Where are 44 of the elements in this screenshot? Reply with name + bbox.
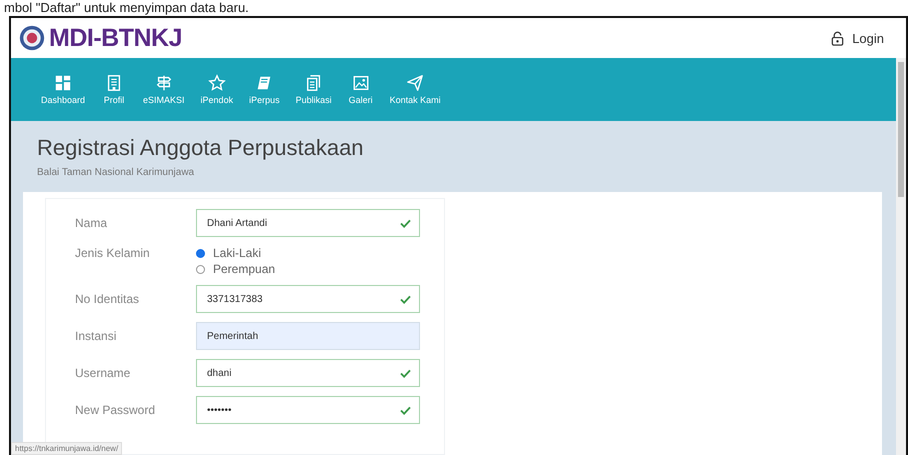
status-url: https://tnkarimunjawa.id/new/: [11, 442, 122, 455]
grid-icon: [54, 74, 72, 92]
field-label: Username: [74, 366, 132, 380]
padlock-icon: [830, 30, 846, 46]
nav-item[interactable]: Dashboard: [33, 74, 94, 105]
checkmark-icon: [400, 218, 411, 228]
field-label: Instansi: [74, 329, 118, 343]
image-icon: [352, 74, 370, 92]
login-link[interactable]: Login: [830, 30, 884, 46]
nav-item[interactable]: Galeri: [340, 74, 382, 105]
input-field[interactable]: dhani: [196, 359, 420, 387]
page-subtitle: Balai Taman Nasional Karimunjawa: [37, 167, 196, 178]
checkmark-icon: [400, 368, 411, 378]
radio-button[interactable]: [196, 264, 205, 274]
checkmark-icon: [400, 406, 411, 414]
input-field[interactable]: 3371317383: [196, 285, 420, 313]
field-label: Jenis Kelamin: [74, 246, 151, 260]
signpost-icon: [154, 74, 173, 92]
field-label: No Identitas: [74, 292, 140, 306]
nav-item[interactable]: Profil: [93, 74, 136, 105]
star-icon: [208, 74, 226, 92]
nav-item[interactable]: iPerpus: [241, 74, 288, 105]
scrollbar[interactable]: [896, 58, 906, 455]
input-field[interactable]: Pemerintah: [196, 322, 420, 350]
site-logo-text[interactable]: MDI-BTNKJ: [49, 24, 182, 52]
input-field[interactable]: •••••••: [196, 396, 420, 424]
field-label: Nama: [74, 216, 108, 230]
field-label: New Password: [74, 403, 156, 417]
checkmark-icon: [400, 294, 411, 304]
nav-item[interactable]: Publikasi: [288, 74, 340, 105]
scrollbar-thumb[interactable]: [898, 62, 904, 197]
radio-button[interactable]: [196, 248, 205, 258]
page-title: Registrasi Anggota Perpustakaan: [37, 135, 365, 161]
nav-item[interactable]: eSIMAKSI: [135, 74, 193, 105]
nav-item[interactable]: iPendok: [192, 74, 242, 105]
nav-item[interactable]: Kontak Kami: [382, 74, 449, 105]
documents-icon: [304, 74, 323, 92]
radio-option[interactable]: Perempuan: [196, 262, 276, 276]
emblem-logo-icon: [19, 25, 45, 51]
book-icon: [255, 74, 274, 92]
radio-option[interactable]: Laki-Laki: [196, 246, 276, 260]
input-field[interactable]: Dhani Artandi: [196, 209, 420, 237]
document-caption: mbol "Daftar" untuk menyimpan data baru.: [3, 0, 250, 16]
paper-plane-icon: [406, 74, 424, 92]
